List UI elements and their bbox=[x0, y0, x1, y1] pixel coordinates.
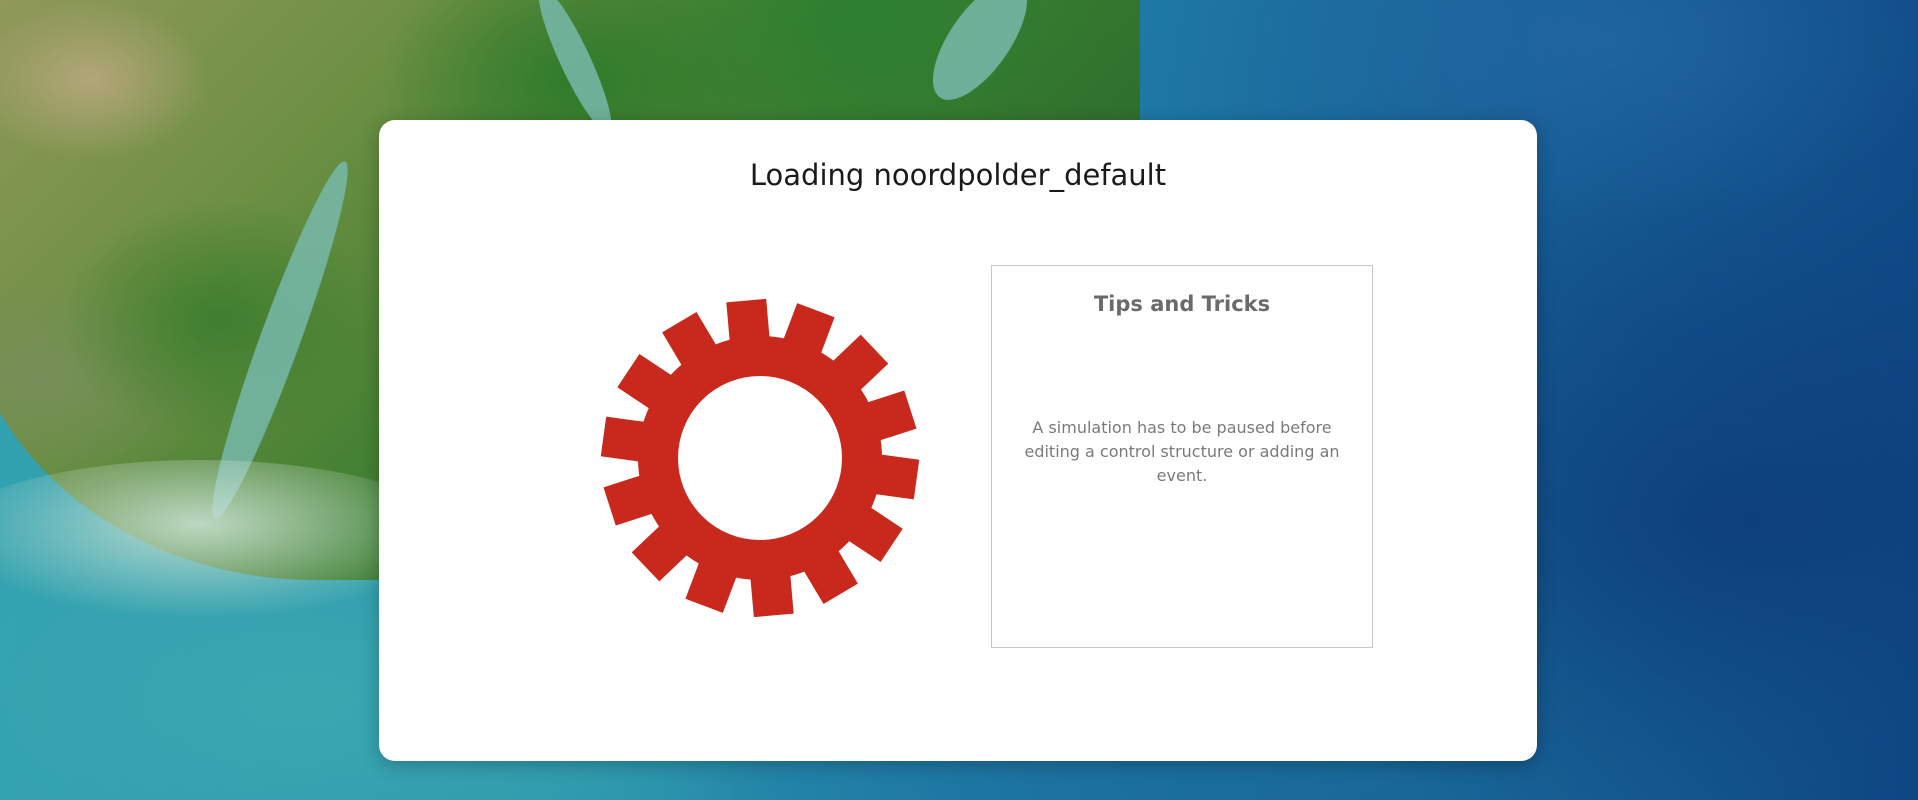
gear-shape bbox=[600, 298, 920, 618]
loading-dialog: Loading noordpolder_default Tips and Tri… bbox=[379, 120, 1537, 761]
tips-text: A simulation has to be paused before edi… bbox=[1024, 418, 1340, 485]
gear-icon bbox=[600, 298, 920, 618]
gear-icon-graphic bbox=[600, 298, 920, 618]
tips-title: Tips and Tricks bbox=[1093, 292, 1271, 316]
gear-ring bbox=[638, 336, 882, 580]
dialog-title: Loading noordpolder_default bbox=[749, 158, 1167, 192]
tips-panel: Tips and Tricks A simulation has to be p… bbox=[991, 265, 1373, 648]
